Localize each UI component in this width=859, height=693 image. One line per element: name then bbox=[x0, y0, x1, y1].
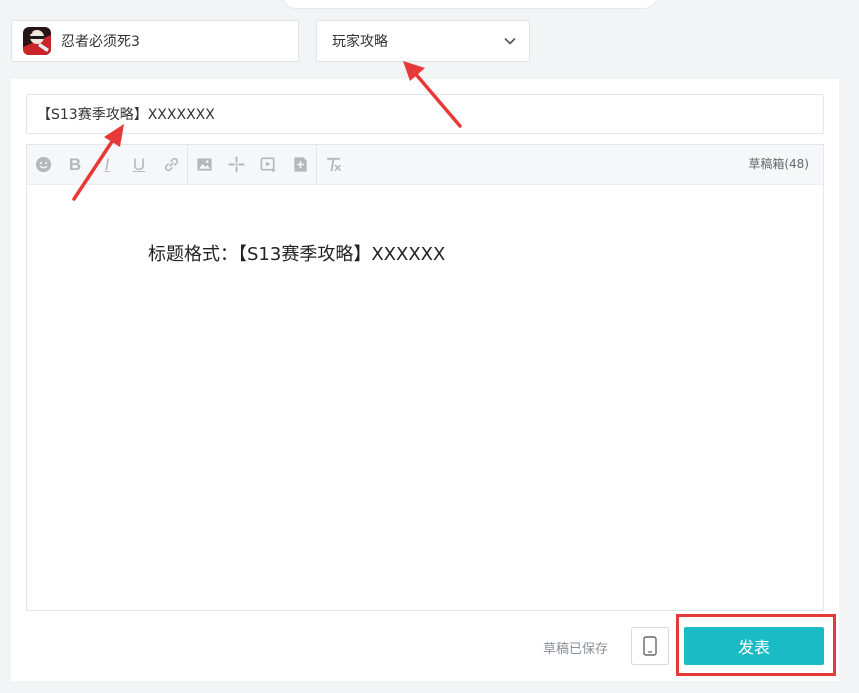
video-icon[interactable] bbox=[252, 145, 284, 184]
insert-media-group bbox=[188, 145, 316, 184]
link-icon[interactable] bbox=[155, 145, 187, 184]
clear-format-group bbox=[317, 145, 349, 184]
mobile-preview-button[interactable] bbox=[631, 627, 669, 665]
add-block-icon[interactable] bbox=[284, 145, 316, 184]
publish-button[interactable]: 发表 bbox=[684, 627, 824, 665]
title-input[interactable] bbox=[26, 94, 824, 134]
game-avatar-icon bbox=[23, 27, 51, 55]
text-format-group: B I U bbox=[27, 145, 187, 184]
drafts-link[interactable]: 草稿箱(48) bbox=[748, 145, 809, 184]
save-status: 草稿已保存 bbox=[543, 642, 609, 657]
mobile-phone-icon bbox=[643, 636, 657, 656]
top-panel-edge bbox=[282, 0, 658, 9]
body-paragraph: 标题格式：【S13赛季攻略】XXXXXX bbox=[148, 244, 446, 265]
post-editor-page: 忍者必须死3 玩家攻略 【S13赛季攻略】XXXXXXX B I U 草稿箱(4… bbox=[0, 0, 859, 693]
category-dropdown[interactable]: 玩家攻略 bbox=[316, 20, 530, 62]
italic-icon[interactable]: I bbox=[91, 145, 123, 184]
rich-text-editor: B I U 草稿箱(48) 标题格式：【S13赛季攻略】XXXXXX bbox=[26, 144, 824, 611]
editor-card: B I U bbox=[11, 79, 839, 681]
chevron-down-icon bbox=[504, 38, 516, 45]
game-element-icon[interactable] bbox=[220, 145, 252, 184]
emoji-icon[interactable] bbox=[27, 145, 59, 184]
editor-toolbar: B I U 草稿箱(48) bbox=[27, 145, 823, 185]
clear-format-icon[interactable] bbox=[317, 145, 349, 184]
image-icon[interactable] bbox=[188, 145, 220, 184]
editor-content-area[interactable]: 标题格式：【S13赛季攻略】XXXXXX bbox=[27, 185, 823, 610]
game-selector[interactable]: 忍者必须死3 bbox=[11, 20, 299, 62]
bold-icon[interactable]: B bbox=[59, 145, 91, 184]
underline-icon[interactable]: U bbox=[123, 145, 155, 184]
game-name: 忍者必须死3 bbox=[61, 34, 140, 50]
category-value: 玩家攻略 bbox=[332, 34, 388, 50]
